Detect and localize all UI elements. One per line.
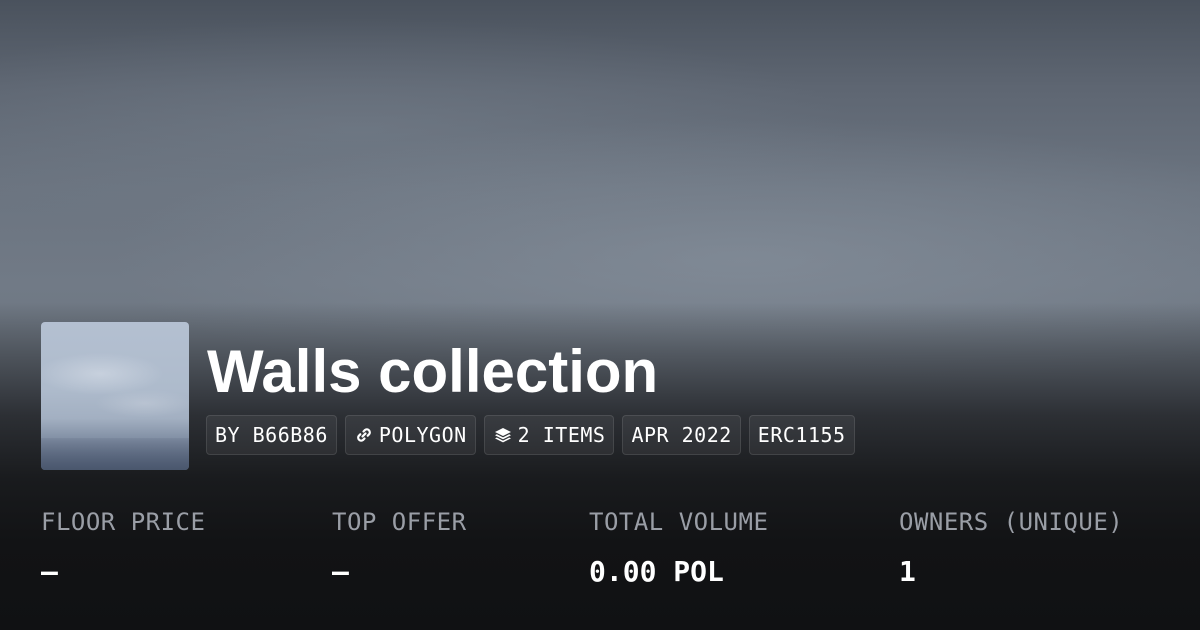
- stat-owners-label: OWNERS (UNIQUE): [899, 508, 1124, 536]
- stat-floor-price-value: –: [41, 555, 58, 588]
- stat-top-offer-value: –: [332, 555, 349, 588]
- tag-chain-label: POLYGON: [378, 423, 467, 447]
- stat-floor-price: FLOOR PRICE –: [41, 505, 205, 589]
- stat-total-volume: TOTAL VOLUME 0.00 POL: [589, 505, 768, 589]
- link-icon: [354, 425, 374, 445]
- layers-icon: [493, 425, 513, 445]
- collection-tags: BY B66B86 POLYGON 2 ITEMS APR 2022 ERC11…: [206, 415, 855, 455]
- stat-floor-price-label: FLOOR PRICE: [41, 508, 206, 536]
- tag-chain[interactable]: POLYGON: [344, 415, 476, 455]
- stat-top-offer-label: TOP OFFER: [332, 508, 467, 536]
- collection-title: Walls collection: [207, 338, 659, 405]
- stat-top-offer: TOP OFFER –: [332, 505, 467, 589]
- stat-total-volume-label: TOTAL VOLUME: [589, 508, 769, 536]
- tag-standard-label: ERC1155: [757, 423, 846, 447]
- stat-total-volume-value: 0.00 POL: [589, 555, 724, 588]
- tag-creator[interactable]: BY B66B86: [206, 415, 337, 455]
- collection-thumbnail: [41, 322, 189, 470]
- tag-items[interactable]: 2 ITEMS: [483, 415, 615, 455]
- tag-items-label: 2 ITEMS: [517, 423, 606, 447]
- tag-creator-label: BY B66B86: [215, 423, 328, 447]
- tag-date: APR 2022: [622, 415, 741, 455]
- stat-owners-value: 1: [899, 555, 916, 588]
- tag-standard: ERC1155: [748, 415, 855, 455]
- tag-date-label: APR 2022: [631, 423, 732, 447]
- stat-owners: OWNERS (UNIQUE) 1: [899, 505, 1123, 589]
